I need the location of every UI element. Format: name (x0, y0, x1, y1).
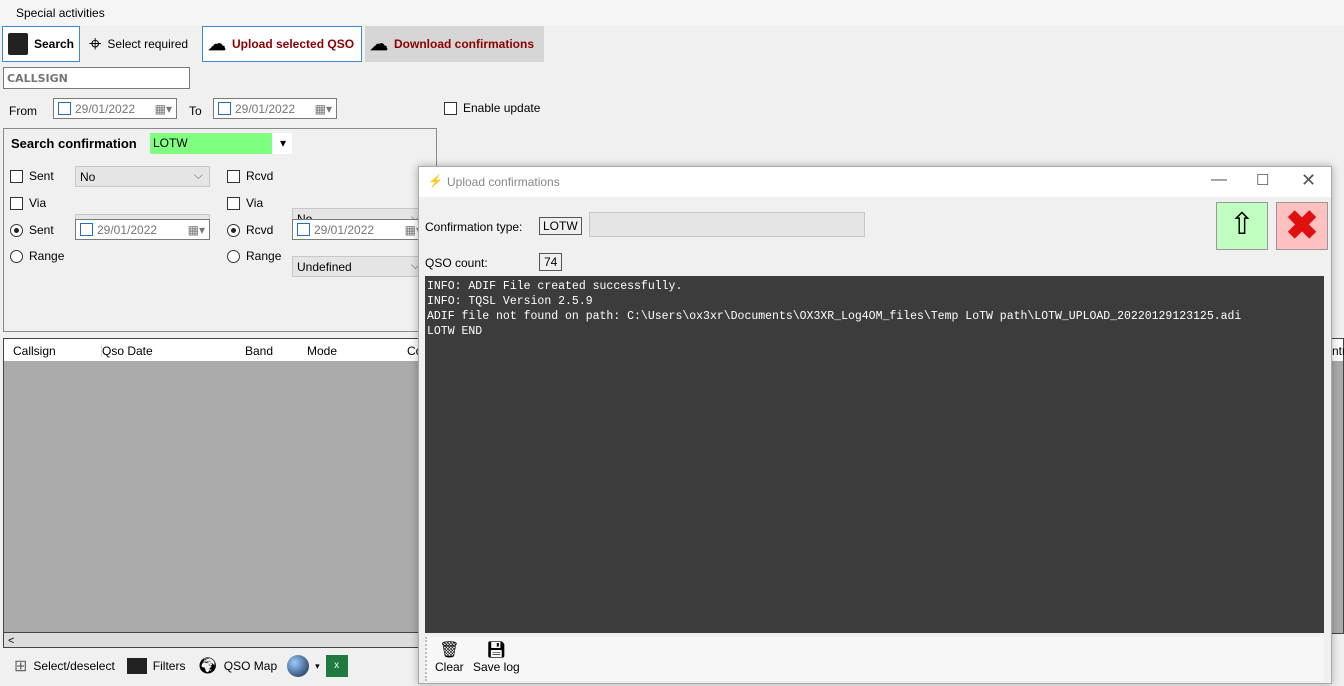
sent-range-radio[interactable] (10, 249, 23, 263)
cancel-button[interactable]: ✖ (1276, 202, 1328, 250)
maximize-icon[interactable]: ☐ (1256, 171, 1269, 189)
google-earth-icon[interactable] (287, 655, 310, 677)
confirmation-type-label: Confirmation type: (425, 220, 523, 234)
qso-map-button[interactable]: QSO Map (224, 659, 277, 673)
column-mode[interactable]: Mode (307, 344, 337, 358)
upload-confirmations-dialog: ⚡ Upload confirmations — ☐ ✕ Confirmatio… (418, 166, 1332, 684)
to-label: To (189, 104, 202, 118)
confirmation-type-select[interactable]: LOTW ▾ (150, 133, 292, 154)
sent-date-radio[interactable] (10, 223, 23, 237)
via-checkbox[interactable] (10, 196, 23, 210)
folder-search-icon (126, 658, 147, 674)
log-line: INFO: ADIF File created successfully. (427, 280, 683, 293)
cloud-upload-icon: ☁ (208, 33, 226, 54)
globe-icon: 🌍︎ (197, 658, 218, 675)
column-partial[interactable]: ntr (1332, 344, 1344, 358)
horizontal-scrollbar[interactable]: < (3, 632, 423, 648)
column-callsign[interactable]: Callsign (13, 344, 56, 358)
dialog-title-bar: ⚡ Upload confirmations — ☐ ✕ (419, 167, 1331, 197)
select-required-button[interactable]: ⌖ Select required (84, 26, 193, 62)
enable-update-checkbox[interactable]: Enable update (444, 101, 540, 115)
calendar-icon: ▦▾ (187, 222, 205, 237)
grid-icon: ⊞ (14, 658, 28, 675)
save-log-button[interactable]: 💾︎ Save log (473, 640, 520, 674)
trash-icon: 🗑︎ (439, 642, 460, 659)
column-band[interactable]: Band (245, 344, 273, 358)
callsign-input[interactable] (3, 67, 190, 89)
red-x-icon: ✖ (1285, 204, 1319, 248)
upload-button[interactable]: ⇧ (1216, 202, 1268, 250)
excel-icon[interactable]: x (325, 655, 348, 677)
menu-bar: Special activities (0, 0, 1344, 25)
log-output: INFO: ADIF File created successfully. INF… (425, 276, 1324, 633)
upload-selected-qso-button[interactable]: ☁ Upload selected QSO (202, 26, 362, 62)
crosshair-icon: ⌖ (89, 31, 102, 56)
dialog-bottom-toolbar: 🗑︎ Clear 💾︎ Save log (425, 637, 1324, 681)
filters-button[interactable]: Filters (153, 659, 186, 673)
sent-date-picker[interactable]: 29/01/2022 ▦▾ (75, 219, 210, 240)
rcvd-range-radio[interactable] (227, 249, 240, 263)
cloud-download-icon: ☁ (370, 33, 388, 54)
floppy-disk-icon: 💾︎ (486, 642, 507, 659)
confirmation-type-value: LOTW (539, 217, 582, 235)
search-confirmation-panel: Search confirmation LOTW▾ Sent No Via Un… (3, 128, 437, 332)
select-deselect-button[interactable]: Select/deselect (33, 659, 114, 673)
calendar-icon: ▦▾ (314, 101, 332, 116)
from-date-checkbox[interactable] (58, 102, 71, 115)
column-qso-date[interactable]: Qso Date (101, 344, 153, 358)
qso-count-value: 74 (539, 253, 563, 271)
to-date-picker[interactable]: 29/01/2022 ▦▾ (213, 98, 337, 119)
rcvd-via-select[interactable]: Undefined (292, 256, 427, 277)
clear-button[interactable]: 🗑︎ Clear (435, 640, 464, 674)
rcvd-date-picker[interactable]: 29/01/2022 ▦▾ (292, 219, 427, 240)
calendar-icon: ▦▾ (154, 101, 172, 116)
log-line: INFO: TQSL Version 2.5.9 (427, 295, 593, 308)
rcvd-date-radio[interactable] (227, 223, 240, 237)
dialog-title: Upload confirmations (447, 175, 560, 189)
scroll-left-icon[interactable]: < (4, 635, 14, 647)
rcvd-via-checkbox[interactable] (227, 196, 240, 210)
menu-special-activities[interactable]: Special activities (16, 6, 105, 20)
confirmation-detail-field[interactable] (589, 212, 865, 237)
log-line: LOTW END (427, 325, 483, 338)
app-icon: ⚡ (428, 174, 443, 188)
rcvd-checkbox[interactable] (227, 169, 240, 183)
cloud-upload-icon: ⇧ (1229, 208, 1255, 241)
folder-search-icon (8, 33, 28, 55)
sent-select[interactable]: No (75, 166, 210, 187)
search-button[interactable]: Search (2, 26, 80, 62)
minimize-icon[interactable]: — (1211, 171, 1227, 189)
download-confirmations-button[interactable]: ☁ Download confirmations (365, 26, 544, 62)
search-confirmation-title: Search confirmation (11, 136, 137, 151)
from-date-picker[interactable]: 29/01/2022 ▦▾ (53, 98, 177, 119)
sent-checkbox[interactable] (10, 169, 23, 183)
log-line: ADIF file not found on path: C:\Users\ox… (427, 310, 1242, 323)
qso-count-label: QSO count: (425, 256, 488, 270)
from-label: From (9, 104, 37, 118)
to-date-checkbox[interactable] (218, 102, 231, 115)
close-icon[interactable]: ✕ (1301, 170, 1316, 191)
